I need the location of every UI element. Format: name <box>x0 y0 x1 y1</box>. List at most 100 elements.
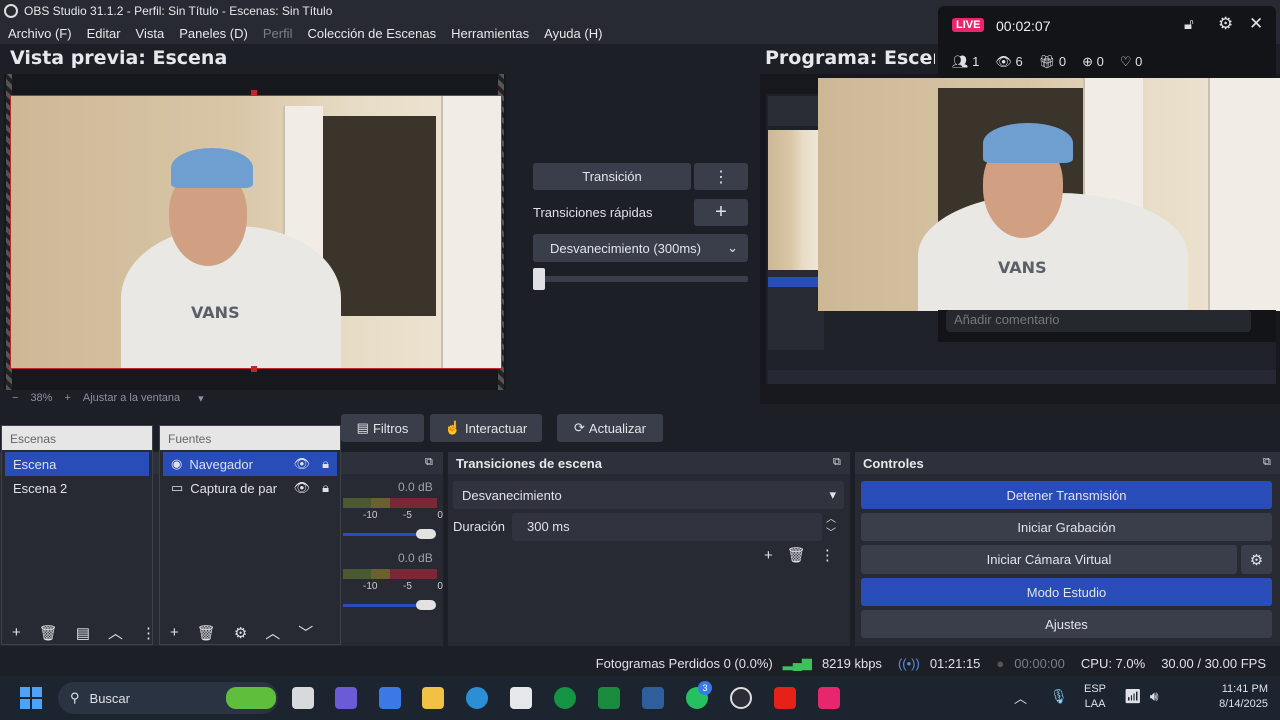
tbar-handle[interactable] <box>533 268 545 290</box>
follows-stat: ⊕ 0 <box>1082 54 1104 69</box>
quick-transition-select[interactable]: Desvanecimiento (300ms) ⌄ <box>533 234 748 262</box>
gear-icon[interactable]: ⚙ <box>1218 14 1233 34</box>
scenes-dock: Escenas Escena Escena 2 + 🗑︎ ▤ ︿ ⋮ <box>1 425 156 645</box>
eye-icon[interactable]: 👁︎ <box>294 480 311 496</box>
windows-start-icon[interactable] <box>20 687 42 709</box>
transition-menu-icon[interactable]: ⋮ <box>694 163 748 190</box>
more-icon[interactable]: ⋮ <box>820 546 835 564</box>
scene-item[interactable]: Escena 2 <box>5 476 149 500</box>
search-label: Buscar <box>89 690 130 706</box>
add-quick-transition-button[interactable]: + <box>694 199 748 226</box>
window-title: OBS Studio 31.1.2 - Perfil: Sin Título -… <box>24 4 333 18</box>
menu-herramientas[interactable]: Herramientas <box>451 26 529 41</box>
taskbar-xbox-icon[interactable] <box>554 687 576 709</box>
taskbar-whatsapp-icon[interactable]: 3 <box>686 681 712 709</box>
filter-icon[interactable]: ▤ <box>76 624 90 642</box>
taskbar-xbox-app-icon[interactable] <box>598 687 620 709</box>
taskbar-task-view-icon[interactable] <box>292 687 314 709</box>
trash-icon[interactable]: 🗑︎ <box>787 546 806 564</box>
lock-icon[interactable]: 🔒︎ <box>322 480 329 496</box>
preview-camera-image: VANS <box>10 95 502 369</box>
comment-input[interactable]: Añadir comentario <box>946 310 1251 332</box>
clock[interactable]: 11:41 PM 8/14/2025 <box>1198 682 1268 712</box>
transition-type-select[interactable]: Desvanecimiento ▾ <box>453 481 844 509</box>
duration-input[interactable]: 300 ms <box>512 513 822 541</box>
taskbar-tiktok-icon[interactable] <box>818 687 840 709</box>
sources-title: Fuentes <box>160 426 340 450</box>
add-icon[interactable]: + <box>764 547 773 564</box>
float-icon[interactable]: ⧉ <box>1263 456 1271 469</box>
menu-vista[interactable]: Vista <box>136 26 165 41</box>
chevron-down-icon[interactable]: ▾ <box>198 392 204 405</box>
scene-item[interactable]: Escena <box>5 452 149 476</box>
tray-chevron-up-icon[interactable]: ︿ <box>1014 688 1027 707</box>
stop-stream-button[interactable]: Detener Transmisión <box>861 481 1272 509</box>
source-item[interactable]: ◉ Navegador 👁︎ 🔒︎ <box>163 452 337 476</box>
mixer-level-2: 0.0 dB <box>398 551 433 565</box>
add-icon[interactable]: + <box>12 624 21 641</box>
studio-mode-button[interactable]: Modo Estudio <box>861 578 1272 606</box>
gift-icon: 🎁︎ <box>1038 54 1056 69</box>
duration-stepper[interactable]: ︿ ﹀ <box>826 513 836 541</box>
taskbar-store-icon[interactable] <box>510 687 532 709</box>
interact-button[interactable]: ☝ Interactuar <box>430 414 542 442</box>
refresh-button[interactable]: ⟳ Actualizar <box>557 414 663 442</box>
trash-icon[interactable]: 🗑︎ <box>39 624 58 642</box>
menu-paneles[interactable]: Paneles (D) <box>179 26 248 41</box>
zoom-out-icon[interactable]: − <box>12 392 18 404</box>
taskbar-file-explorer-icon[interactable] <box>422 687 444 709</box>
filters-button[interactable]: ▤ Filtros <box>341 414 424 442</box>
tray-icons[interactable]: 📶︎ 🔊︎ <box>1124 688 1159 705</box>
chevron-down-icon: ▾ <box>829 487 836 502</box>
menu-ayuda[interactable]: Ayuda (H) <box>544 26 602 41</box>
float-icon[interactable]: ⧉ <box>833 456 841 469</box>
chevron-down-icon[interactable]: ﹀ <box>298 622 313 643</box>
add-icon[interactable]: + <box>170 624 179 641</box>
taskbar-copilot-icon[interactable] <box>335 687 357 709</box>
wifi-icon: 📶︎ <box>1124 688 1142 704</box>
duration-label: Duración <box>453 519 506 534</box>
tbar-slider[interactable] <box>533 276 748 282</box>
scenes-title: Escenas <box>2 426 152 450</box>
lock-icon[interactable]: 🔒︎ <box>322 456 329 472</box>
stream-time: 01:21:15 <box>929 655 981 671</box>
eye-icon[interactable]: 👁︎ <box>294 456 311 472</box>
taskbar-app-icon[interactable] <box>379 687 401 709</box>
menu-archivo[interactable]: Archivo (F) <box>8 26 72 41</box>
microphone-icon[interactable]: 🎙︎ <box>1050 688 1068 705</box>
mixer-level-1: 0.0 dB <box>398 480 433 494</box>
mixer-volume-handle-2[interactable] <box>416 600 436 610</box>
transition-button[interactable]: Transición <box>533 163 691 190</box>
chevron-up-icon[interactable]: ︿ <box>265 622 280 643</box>
close-icon[interactable]: ✕ <box>1249 14 1263 34</box>
likes-stat: ♡ 0 <box>1119 54 1143 69</box>
preview-zoom-bar: − 38% + Ajustar a la ventana ▾ <box>4 390 506 406</box>
taskbar-edge-icon[interactable] <box>466 687 488 709</box>
float-icon[interactable]: ⧉ <box>425 456 433 469</box>
taskbar-app2-icon[interactable] <box>642 687 664 709</box>
lock-icon[interactable]: 🔓︎ <box>1184 16 1194 33</box>
mixer-ticks-1: -10 -5 0 <box>363 510 443 521</box>
more-icon[interactable]: ⋮ <box>141 624 156 642</box>
gear-icon[interactable]: ⚙ <box>234 624 247 642</box>
whatsapp-badge: 3 <box>698 681 712 695</box>
language-indicator[interactable]: ESP LAA <box>1084 682 1106 712</box>
taskbar-widget-icon[interactable] <box>226 687 276 709</box>
menu-editar[interactable]: Editar <box>87 26 121 41</box>
start-record-button[interactable]: Iniciar Grabación <box>861 513 1272 541</box>
menu-coleccion[interactable]: Colección de Escenas <box>307 26 436 41</box>
preview-canvas[interactable]: VANS <box>4 74 506 390</box>
gear-icon[interactable]: ⚙ <box>1241 545 1272 574</box>
mixer-ticks-2: -10 -5 0 <box>363 581 443 592</box>
zoom-in-icon[interactable]: + <box>64 392 70 404</box>
settings-button[interactable]: Ajustes <box>861 610 1272 638</box>
taskbar-obs-icon[interactable] <box>730 687 752 709</box>
chevron-up-icon[interactable]: ︿ <box>108 622 123 643</box>
taskbar-youtube-icon[interactable] <box>774 687 796 709</box>
zoom-fit-select[interactable]: Ajustar a la ventana <box>83 392 180 404</box>
trash-icon[interactable]: 🗑︎ <box>197 624 216 642</box>
program-canvas: VANS <box>760 74 1280 404</box>
mixer-volume-handle-1[interactable] <box>416 529 436 539</box>
source-item[interactable]: ▭ Captura de par 👁︎ 🔒︎ <box>163 476 337 500</box>
start-virtual-camera-button[interactable]: Iniciar Cámara Virtual <box>861 545 1237 574</box>
